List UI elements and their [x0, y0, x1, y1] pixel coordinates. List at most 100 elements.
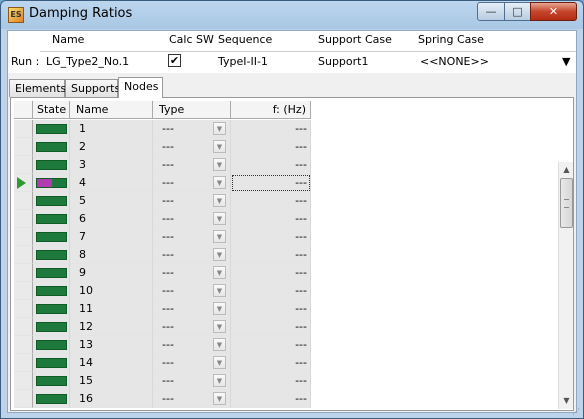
- type-cell[interactable]: --- ▼: [153, 174, 231, 192]
- table-row[interactable]: 11 --- ▼ ---: [14, 300, 311, 318]
- frequency-cell[interactable]: ---: [231, 174, 311, 192]
- minimize-button[interactable]: —: [477, 2, 505, 21]
- frequency-cell[interactable]: ---: [231, 300, 311, 318]
- table-row[interactable]: 15 --- ▼ ---: [14, 372, 311, 390]
- type-cell[interactable]: --- ▼: [153, 120, 231, 138]
- type-cell[interactable]: --- ▼: [153, 156, 231, 174]
- chevron-down-icon[interactable]: ▼: [213, 392, 226, 405]
- scroll-down-icon[interactable]: ▼: [560, 394, 573, 407]
- row-selector[interactable]: [14, 336, 33, 354]
- frequency-cell[interactable]: ---: [231, 354, 311, 372]
- frequency-cell[interactable]: ---: [231, 156, 311, 174]
- type-cell[interactable]: --- ▼: [153, 264, 231, 282]
- chevron-down-icon[interactable]: ▼: [213, 266, 226, 279]
- run-combo[interactable]: LG_Type2_No.1 ✔ TypeI-II-1 Support1 <<NO…: [40, 51, 576, 71]
- row-selector[interactable]: [14, 156, 33, 174]
- row-selector[interactable]: [14, 282, 33, 300]
- tab-elements[interactable]: Elements: [9, 79, 66, 97]
- row-selector[interactable]: [14, 192, 33, 210]
- row-selector[interactable]: [14, 354, 33, 372]
- row-selector[interactable]: [14, 120, 33, 138]
- frequency-cell[interactable]: ---: [231, 210, 311, 228]
- frequency-cell[interactable]: ---: [231, 120, 311, 138]
- chevron-down-icon[interactable]: ▼: [213, 230, 226, 243]
- tab-supports[interactable]: Supports: [65, 79, 120, 97]
- row-selector[interactable]: [14, 138, 33, 156]
- table-row[interactable]: 5 --- ▼ ---: [14, 192, 311, 210]
- vertical-scrollbar[interactable]: ▲ ▼: [558, 162, 573, 409]
- table-row[interactable]: 8 --- ▼ ---: [14, 246, 311, 264]
- chevron-down-icon[interactable]: ▼: [213, 248, 226, 261]
- table-row[interactable]: 10 --- ▼ ---: [14, 282, 311, 300]
- table-row[interactable]: 12 --- ▼ ---: [14, 318, 311, 336]
- type-cell[interactable]: --- ▼: [153, 390, 231, 408]
- table-row[interactable]: 7 --- ▼ ---: [14, 228, 311, 246]
- table-row[interactable]: 4 --- ▼ ---: [14, 174, 311, 192]
- chevron-down-icon[interactable]: ▼: [213, 338, 226, 351]
- type-cell[interactable]: --- ▼: [153, 246, 231, 264]
- chevron-down-icon[interactable]: ▼: [213, 158, 226, 171]
- table-row[interactable]: 3 --- ▼ ---: [14, 156, 311, 174]
- frequency-cell[interactable]: ---: [231, 390, 311, 408]
- resize-grip-icon[interactable]: ⋰: [572, 407, 582, 417]
- frequency-cell[interactable]: ---: [231, 228, 311, 246]
- tab-nodes[interactable]: Nodes: [118, 77, 163, 98]
- chevron-down-icon[interactable]: ▼: [213, 176, 226, 189]
- frequency-cell[interactable]: ---: [231, 246, 311, 264]
- row-selector[interactable]: [14, 246, 33, 264]
- type-value: ---: [162, 248, 174, 261]
- row-selector[interactable]: [14, 390, 33, 408]
- chevron-down-icon[interactable]: ▼: [213, 320, 226, 333]
- close-button[interactable]: ✕: [530, 2, 577, 21]
- name-column-header[interactable]: Name: [70, 101, 153, 119]
- maximize-button[interactable]: □: [504, 2, 531, 21]
- calc-sw-checkbox[interactable]: ✔: [168, 54, 181, 67]
- type-cell[interactable]: --- ▼: [153, 228, 231, 246]
- frequency-cell[interactable]: ---: [231, 318, 311, 336]
- chevron-down-icon[interactable]: ▼: [213, 194, 226, 207]
- type-cell[interactable]: --- ▼: [153, 282, 231, 300]
- scroll-up-icon[interactable]: ▲: [560, 163, 573, 176]
- row-selector[interactable]: [14, 174, 33, 192]
- frequency-cell[interactable]: ---: [231, 372, 311, 390]
- table-row[interactable]: 1 --- ▼ ---: [14, 120, 311, 138]
- row-selector[interactable]: [14, 210, 33, 228]
- chevron-down-icon[interactable]: ▼: [213, 140, 226, 153]
- chevron-down-icon[interactable]: ▼: [562, 55, 570, 68]
- table-row[interactable]: 14 --- ▼ ---: [14, 354, 311, 372]
- state-column-header[interactable]: State: [33, 101, 70, 119]
- chevron-down-icon[interactable]: ▼: [213, 356, 226, 369]
- frequency-cell[interactable]: ---: [231, 282, 311, 300]
- row-selector[interactable]: [14, 372, 33, 390]
- frequency-cell[interactable]: ---: [231, 264, 311, 282]
- frequency-cell[interactable]: ---: [231, 192, 311, 210]
- type-column-header[interactable]: Type: [153, 101, 231, 119]
- type-cell[interactable]: --- ▼: [153, 300, 231, 318]
- chevron-down-icon[interactable]: ▼: [213, 302, 226, 315]
- table-row[interactable]: 16 --- ▼ ---: [14, 390, 311, 408]
- chevron-down-icon[interactable]: ▼: [213, 284, 226, 297]
- frequency-column-header[interactable]: f: (Hz): [231, 101, 311, 119]
- scroll-thumb[interactable]: [560, 178, 573, 228]
- frequency-cell[interactable]: ---: [231, 138, 311, 156]
- table-row[interactable]: 2 --- ▼ ---: [14, 138, 311, 156]
- row-selector[interactable]: [14, 228, 33, 246]
- type-cell[interactable]: --- ▼: [153, 210, 231, 228]
- type-cell[interactable]: --- ▼: [153, 354, 231, 372]
- type-cell[interactable]: --- ▼: [153, 318, 231, 336]
- chevron-down-icon[interactable]: ▼: [213, 122, 226, 135]
- table-row[interactable]: 9 --- ▼ ---: [14, 264, 311, 282]
- type-cell[interactable]: --- ▼: [153, 372, 231, 390]
- row-selector[interactable]: [14, 318, 33, 336]
- type-cell[interactable]: --- ▼: [153, 138, 231, 156]
- title-bar[interactable]: ES Damping Ratios — □ ✕: [1, 1, 583, 29]
- table-row[interactable]: 13 --- ▼ ---: [14, 336, 311, 354]
- row-selector[interactable]: [14, 264, 33, 282]
- table-row[interactable]: 6 --- ▼ ---: [14, 210, 311, 228]
- row-selector[interactable]: [14, 300, 33, 318]
- chevron-down-icon[interactable]: ▼: [213, 212, 226, 225]
- type-cell[interactable]: --- ▼: [153, 336, 231, 354]
- frequency-cell[interactable]: ---: [231, 336, 311, 354]
- chevron-down-icon[interactable]: ▼: [213, 374, 226, 387]
- type-cell[interactable]: --- ▼: [153, 192, 231, 210]
